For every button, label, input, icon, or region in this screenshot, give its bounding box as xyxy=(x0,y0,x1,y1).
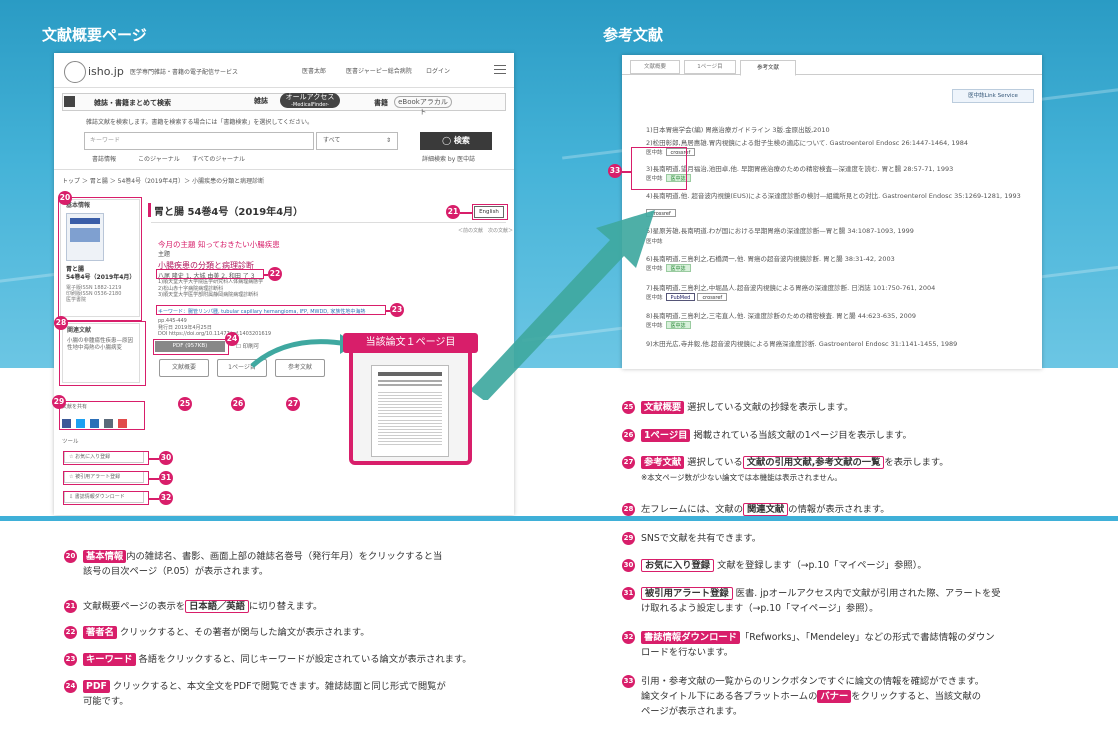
note-23: 23 キーワード 各語をクリックすると、同じキーワードが設定されている論文が表示さ… xyxy=(64,653,472,666)
right-section-title: 参考文献 xyxy=(603,26,664,44)
reference-item: 6)長南明道,三島利之,石橋潤一,他. 胃癌の超音波内視鏡診断. 胃と腸 38:… xyxy=(646,255,895,263)
divider-bar xyxy=(0,516,1118,521)
ichushi-banner[interactable]: 医中誌 xyxy=(665,321,691,329)
tab-abstract[interactable]: 文献概要 xyxy=(630,60,680,74)
reference-item: 5)星原芳雄,長南明道.わが国における早期胃癌の深達度診断—胃と腸 34:108… xyxy=(646,227,914,235)
reference-item: 2)松田彰郎,鳥居惠雄.胃内視鏡による鉗子生検の適応について. Gastroen… xyxy=(646,139,968,147)
arrow-to-popup xyxy=(250,334,356,368)
callout-22: 22 xyxy=(268,267,282,281)
search-hint: 雑誌文献を検索します。書籍を検索する場合には「書籍検索」を選択してください。 xyxy=(86,119,314,126)
site-logo[interactable]: isho.jp xyxy=(88,65,124,78)
breadcrumb[interactable]: トップ ＞ 胃と腸 ＞ 54巻4号（2019年4月）＞ 小腸疾患の分類と病理診断 xyxy=(62,178,264,186)
callout-29: 29 xyxy=(52,395,66,409)
note-32: 32 書誌情報ダウンロード 「Refworks」、「Mendeley」などの形式で書… xyxy=(622,631,995,658)
scope-this-journal[interactable]: このジャーナル xyxy=(138,156,180,164)
callout-box-share xyxy=(59,401,145,430)
scope-all-journals[interactable]: すべてのジャーナル xyxy=(192,156,245,164)
issue-theme: 今月の主題 知っておきたい小腸疾患 xyxy=(158,240,280,249)
note-21: 21 文献概要ページの表示を 日本語／英語 に切り替えます。 xyxy=(64,600,323,613)
first-page-thumbnail xyxy=(371,365,449,457)
callout-box-download xyxy=(63,491,149,505)
callout-21: 21 xyxy=(446,205,460,219)
callout-20: 20 xyxy=(58,191,72,205)
keyword-input[interactable]: キーワード xyxy=(84,132,314,150)
callout-box-english xyxy=(472,204,508,220)
hamburger-menu-icon[interactable] xyxy=(494,65,506,74)
reference-item: 7)長南明道,三島利之,中堀昌人.超音波内視鏡による胃癌の深達度診断. 日消誌 … xyxy=(646,284,936,292)
tab-all-search[interactable]: 雑誌・書籍まとめて検索 xyxy=(94,98,171,108)
all-access-pill[interactable]: オールアクセス -MedicalFinder- xyxy=(280,93,340,108)
popup-label: 当該論文１ページ目 xyxy=(343,333,478,353)
nav-login[interactable]: ログイン xyxy=(426,68,450,76)
callout-32: 32 xyxy=(159,491,173,505)
tab-shoseki[interactable]: 書籍 xyxy=(374,98,388,108)
nav-hospital[interactable]: 医書ジャーピー総合病院 xyxy=(346,68,412,76)
site-tagline: 医学専門雑誌・書籍の電子配信サービス xyxy=(130,69,239,76)
callout-33: 33 xyxy=(608,164,622,178)
scope-bib[interactable]: 書誌情報 xyxy=(92,156,116,164)
scope-select[interactable]: すべて ⇕ xyxy=(316,132,398,150)
reference-item: 8)長南明道,三島利之,三宅直人,他. 深達度診断のための精密検査. 胃と腸 4… xyxy=(646,312,916,320)
callout-24: 24 xyxy=(225,332,239,346)
callout-27: 27 xyxy=(286,397,300,411)
callout-box-favorite xyxy=(63,451,149,465)
site-logo-icon[interactable] xyxy=(64,61,86,83)
tab-references[interactable]: 参考文献 xyxy=(740,60,796,76)
note-24: 24 PDF クリックすると、本文全文をPDFで閲覧できます。雑誌誌面と同じ形式で… xyxy=(64,680,446,707)
callout-box-basic-info xyxy=(58,197,142,321)
note-20: 20 基本情報 内の雑誌名、書影、画面上部の雑誌名巻号（発行年月）をクリックすると当… xyxy=(64,550,443,577)
callout-box-alert xyxy=(63,471,149,485)
note-33: 33 引用・参考文献の一覧からのリンクボタンですぐに論文の情報を確認ができます。 … xyxy=(622,675,985,717)
affiliations: 1)順天堂大学大学院医学研究科人体病理病態学 2)松山赤十字病院病理診断科 3)順天… xyxy=(158,279,264,298)
note-26: 26 1ページ目 掲載されている当該文献の1ページ目を表示します。 xyxy=(622,429,912,442)
abstract-button[interactable]: 文献概要 xyxy=(159,359,209,377)
callout-box-keywords xyxy=(156,305,386,315)
note-27: 27 参考文献 選択している 文献の引用文献,参考文献の一覧 を表示します。 ※本文ペ… xyxy=(622,456,949,482)
ichushi-banner[interactable]: 医中誌 xyxy=(665,264,691,272)
tab-first-page[interactable]: 1ページ目 xyxy=(684,60,736,74)
reference-item: 9)木田光広,寺井毅,他.超音波内視鏡による胃癌深達度診断. Gastroent… xyxy=(646,340,958,348)
reference-item: 4)長南明道,他. 超音波内視鏡(EUS)による深達度診断の検討—組織所見との対… xyxy=(646,192,1021,200)
callout-25: 25 xyxy=(178,397,192,411)
note-29: 29 SNSで文献を共有できます。 xyxy=(622,532,762,545)
reference-item: 3)長南明道,望月福治,池田卓,他. 早期胃癌治療のための精密検査—深達度を読む… xyxy=(646,165,954,173)
left-section-title: 文献概要ページ xyxy=(42,26,147,44)
search-button[interactable]: ◯ 検索 xyxy=(420,132,492,150)
nav-user[interactable]: 医書太郎 xyxy=(302,68,326,76)
note-25: 25 文献概要 選択している文献の抄録を表示します。 xyxy=(622,401,854,414)
callout-30: 30 xyxy=(159,451,173,465)
callout-23: 23 xyxy=(390,303,404,317)
note-22: 22 著者名 クリックすると、その著者が関与した論文が表示されます。 xyxy=(64,626,370,639)
callout-28: 28 xyxy=(54,316,68,330)
search-icon: ◯ xyxy=(442,136,454,145)
note-28: 28 左フレームには、文献の 関連文献 の情報が表示されます。 xyxy=(622,503,890,516)
advanced-search-link[interactable]: 詳細検索 by 医中誌 xyxy=(422,156,475,164)
article-category: 主題 xyxy=(158,251,171,258)
search-icon xyxy=(64,96,75,107)
pubmed-banner[interactable]: PubMed xyxy=(665,293,696,301)
ichushi-link-service-banner[interactable]: 医中誌Link Service xyxy=(952,89,1034,103)
chevron-down-icon: ⇕ xyxy=(385,137,391,144)
tab-zasshi[interactable]: 雑誌 xyxy=(254,96,268,106)
note-31: 31 被引用アラート登録 医書. jpオールアクセス内で文献が引用された際、アラー… xyxy=(622,587,1001,614)
reference-item: 1)日本胃癌学会(編) 胃癌治療ガイドライン 3版.金原出版,2010 xyxy=(646,126,830,134)
callout-box-pdf xyxy=(153,339,229,355)
crossref-banner[interactable]: crossref xyxy=(697,293,728,301)
callout-31: 31 xyxy=(159,471,173,485)
callout-box-banners xyxy=(631,147,687,190)
callout-box-authors xyxy=(156,269,264,279)
issue-title[interactable]: 胃と腸 54巻4号（2019年4月） xyxy=(154,203,303,218)
ebook-pill[interactable]: eBookアラカルト xyxy=(394,96,452,116)
note-30: 30 お気に入り登録 文献を登録します（→p.10「マイページ」参照）。 xyxy=(622,559,927,572)
callout-26: 26 xyxy=(231,397,245,411)
callout-box-related xyxy=(59,321,146,386)
